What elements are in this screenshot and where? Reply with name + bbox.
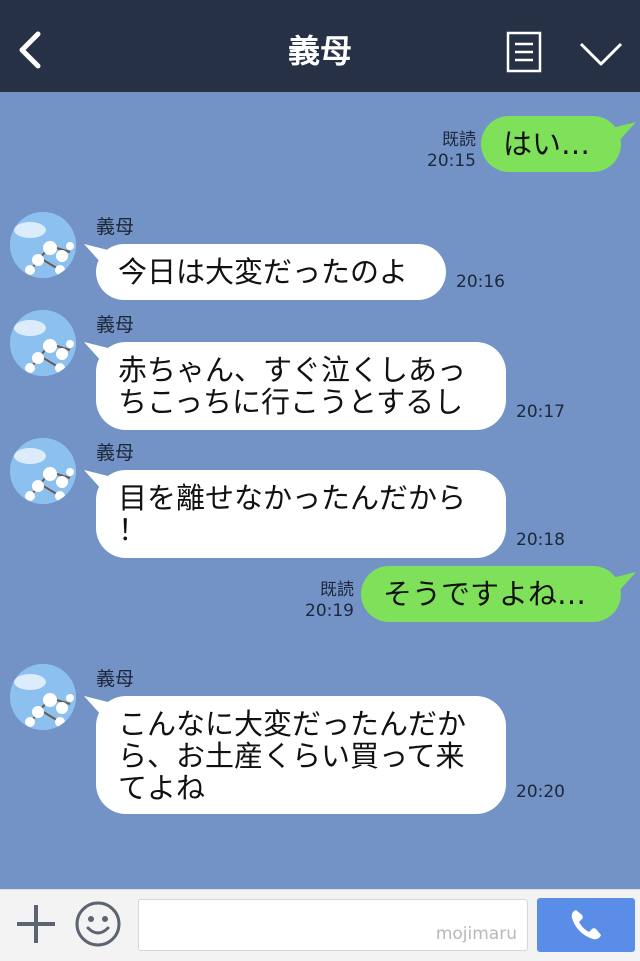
message-bubble[interactable]: こんなに大変だったんだか ら、お土産くらい買って来 てよね xyxy=(96,696,506,814)
avatar[interactable] xyxy=(10,664,76,730)
input-bar: mojimaru xyxy=(0,889,640,961)
cherry-blossom-photo xyxy=(10,438,76,504)
chat-header: 義母 xyxy=(0,0,640,92)
message-time: 20:20 xyxy=(516,782,565,802)
plus-icon[interactable] xyxy=(14,902,58,946)
read-label: 既読 xyxy=(442,130,476,150)
avatar[interactable] xyxy=(10,310,76,376)
cherry-blossom-photo xyxy=(10,212,76,278)
avatar[interactable] xyxy=(10,438,76,504)
phone-icon xyxy=(571,910,601,940)
message-bubble[interactable]: そうですよね… xyxy=(361,566,621,622)
message-row-incoming: 義母 赤ちゃん、すぐ泣くしあっ ちこっちに行こうとするし 20:17 xyxy=(0,308,640,432)
message-bubble[interactable]: 赤ちゃん、すぐ泣くしあっ ちこっちに行こうとするし xyxy=(96,342,506,430)
message-row-outgoing: 既読 20:15 はい… xyxy=(0,116,640,176)
read-label: 既読 xyxy=(320,580,354,600)
sender-name: 義母 xyxy=(96,314,135,336)
chevron-down-icon[interactable] xyxy=(578,40,624,68)
message-row-incoming: 義母 こんなに大変だったんだか ら、お土産くらい買って来 てよね 20:20 xyxy=(0,662,640,820)
read-status: 既読 20:19 xyxy=(305,580,354,622)
read-status: 既読 20:15 xyxy=(427,130,476,172)
cherry-blossom-photo xyxy=(10,664,76,730)
message-time: 20:16 xyxy=(456,272,505,292)
sender-name: 義母 xyxy=(96,442,135,464)
cherry-blossom-photo xyxy=(10,310,76,376)
message-time: 20:19 xyxy=(305,601,354,621)
avatar[interactable] xyxy=(10,212,76,278)
message-time: 20:18 xyxy=(516,530,565,550)
sender-name: 義母 xyxy=(96,668,135,690)
message-bubble[interactable]: 目を離せなかったんだから ！ xyxy=(96,470,506,558)
message-row-incoming: 義母 今日は大変だったのよ 20:16 xyxy=(0,210,640,310)
call-button[interactable] xyxy=(537,898,635,952)
message-list[interactable]: 既読 20:15 はい… 義母 今日は大変だったのよ 20:16 義母 赤ちゃん… xyxy=(0,92,640,889)
message-input[interactable]: mojimaru xyxy=(138,899,528,951)
message-bubble[interactable]: 今日は大変だったのよ xyxy=(96,244,446,300)
watermark: mojimaru xyxy=(435,924,517,944)
message-row-incoming: 義母 目を離せなかったんだから ！ 20:18 xyxy=(0,436,640,560)
sender-name: 義母 xyxy=(96,216,135,238)
message-time: 20:17 xyxy=(516,402,565,422)
notes-icon[interactable] xyxy=(506,31,542,73)
smiley-icon[interactable] xyxy=(74,900,122,948)
message-bubble[interactable]: はい… xyxy=(481,116,621,172)
message-row-outgoing: 既読 20:19 そうですよね… xyxy=(0,566,640,626)
message-time: 20:15 xyxy=(427,151,476,171)
chat-title: 義母 xyxy=(287,32,352,70)
